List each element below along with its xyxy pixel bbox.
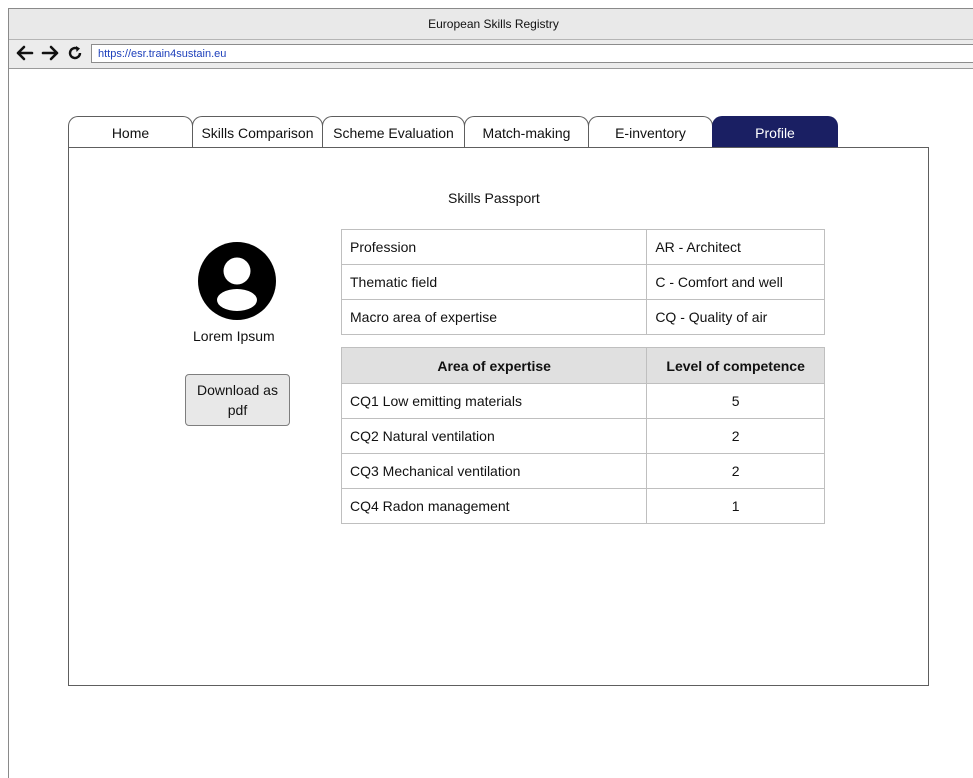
tab-home[interactable]: Home xyxy=(68,116,193,148)
skills-table: Area of expertise Level of competence CQ… xyxy=(340,347,825,524)
info-value: CQ - Quality of air xyxy=(646,299,825,335)
skill-level: 2 xyxy=(646,453,825,489)
tab-scheme-evaluation[interactable]: Scheme Evaluation xyxy=(322,116,465,148)
tab-label: Match-making xyxy=(482,124,571,141)
tab-label: Profile xyxy=(755,124,795,141)
tab-profile[interactable]: Profile xyxy=(712,116,838,148)
tab-skills-comparison[interactable]: Skills Comparison xyxy=(192,116,323,148)
skill-area: CQ2 Natural ventilation xyxy=(340,418,648,454)
table-header-row: Area of expertise Level of competence xyxy=(340,347,825,384)
info-label: Macro area of expertise xyxy=(340,299,648,335)
table-row: Profession AR - Architect xyxy=(340,229,825,265)
column-header-level: Level of competence xyxy=(646,347,825,384)
tab-label: Home xyxy=(111,124,150,141)
info-value: C - Comfort and well xyxy=(646,264,825,300)
tab-e-inventory[interactable]: E-inventory xyxy=(588,116,713,148)
table-row: Macro area of expertise CQ - Quality of … xyxy=(340,299,825,335)
column-header-area: Area of expertise xyxy=(340,347,648,384)
table-row: CQ1 Low emitting materials 5 xyxy=(340,383,825,419)
tab-label: E-inventory xyxy=(615,124,686,141)
info-label: Thematic field xyxy=(340,264,648,300)
address-bar xyxy=(9,40,973,69)
user-name: Lorem Ipsum xyxy=(193,328,275,344)
download-pdf-button[interactable]: Download as pdf xyxy=(185,374,290,426)
tab-label: Skills Comparison xyxy=(201,124,314,141)
forward-arrow-icon[interactable] xyxy=(40,43,60,63)
window-title: European Skills Registry xyxy=(428,17,559,31)
skill-level: 1 xyxy=(646,488,825,524)
window-titlebar: European Skills Registry xyxy=(9,9,973,40)
skill-level: 2 xyxy=(646,418,825,454)
info-label: Profession xyxy=(340,229,648,265)
skill-level: 5 xyxy=(646,383,825,419)
skill-area: CQ4 Radon management xyxy=(340,488,648,524)
tab-label: Scheme Evaluation xyxy=(333,124,454,141)
page-title: Skills Passport xyxy=(448,190,540,206)
url-input[interactable] xyxy=(91,44,973,63)
table-row: CQ2 Natural ventilation 2 xyxy=(340,418,825,454)
profile-info-table: Profession AR - Architect Thematic field… xyxy=(340,229,825,335)
info-value: AR - Architect xyxy=(646,229,825,265)
table-row: CQ4 Radon management 1 xyxy=(340,488,825,524)
table-row: CQ3 Mechanical ventilation 2 xyxy=(340,453,825,489)
user-avatar-icon xyxy=(198,242,276,320)
reload-icon[interactable] xyxy=(65,43,85,63)
skill-area: CQ3 Mechanical ventilation xyxy=(340,453,648,489)
skill-area: CQ1 Low emitting materials xyxy=(340,383,648,419)
back-arrow-icon[interactable] xyxy=(15,43,35,63)
tab-match-making[interactable]: Match-making xyxy=(464,116,589,148)
table-row: Thematic field C - Comfort and well xyxy=(340,264,825,300)
